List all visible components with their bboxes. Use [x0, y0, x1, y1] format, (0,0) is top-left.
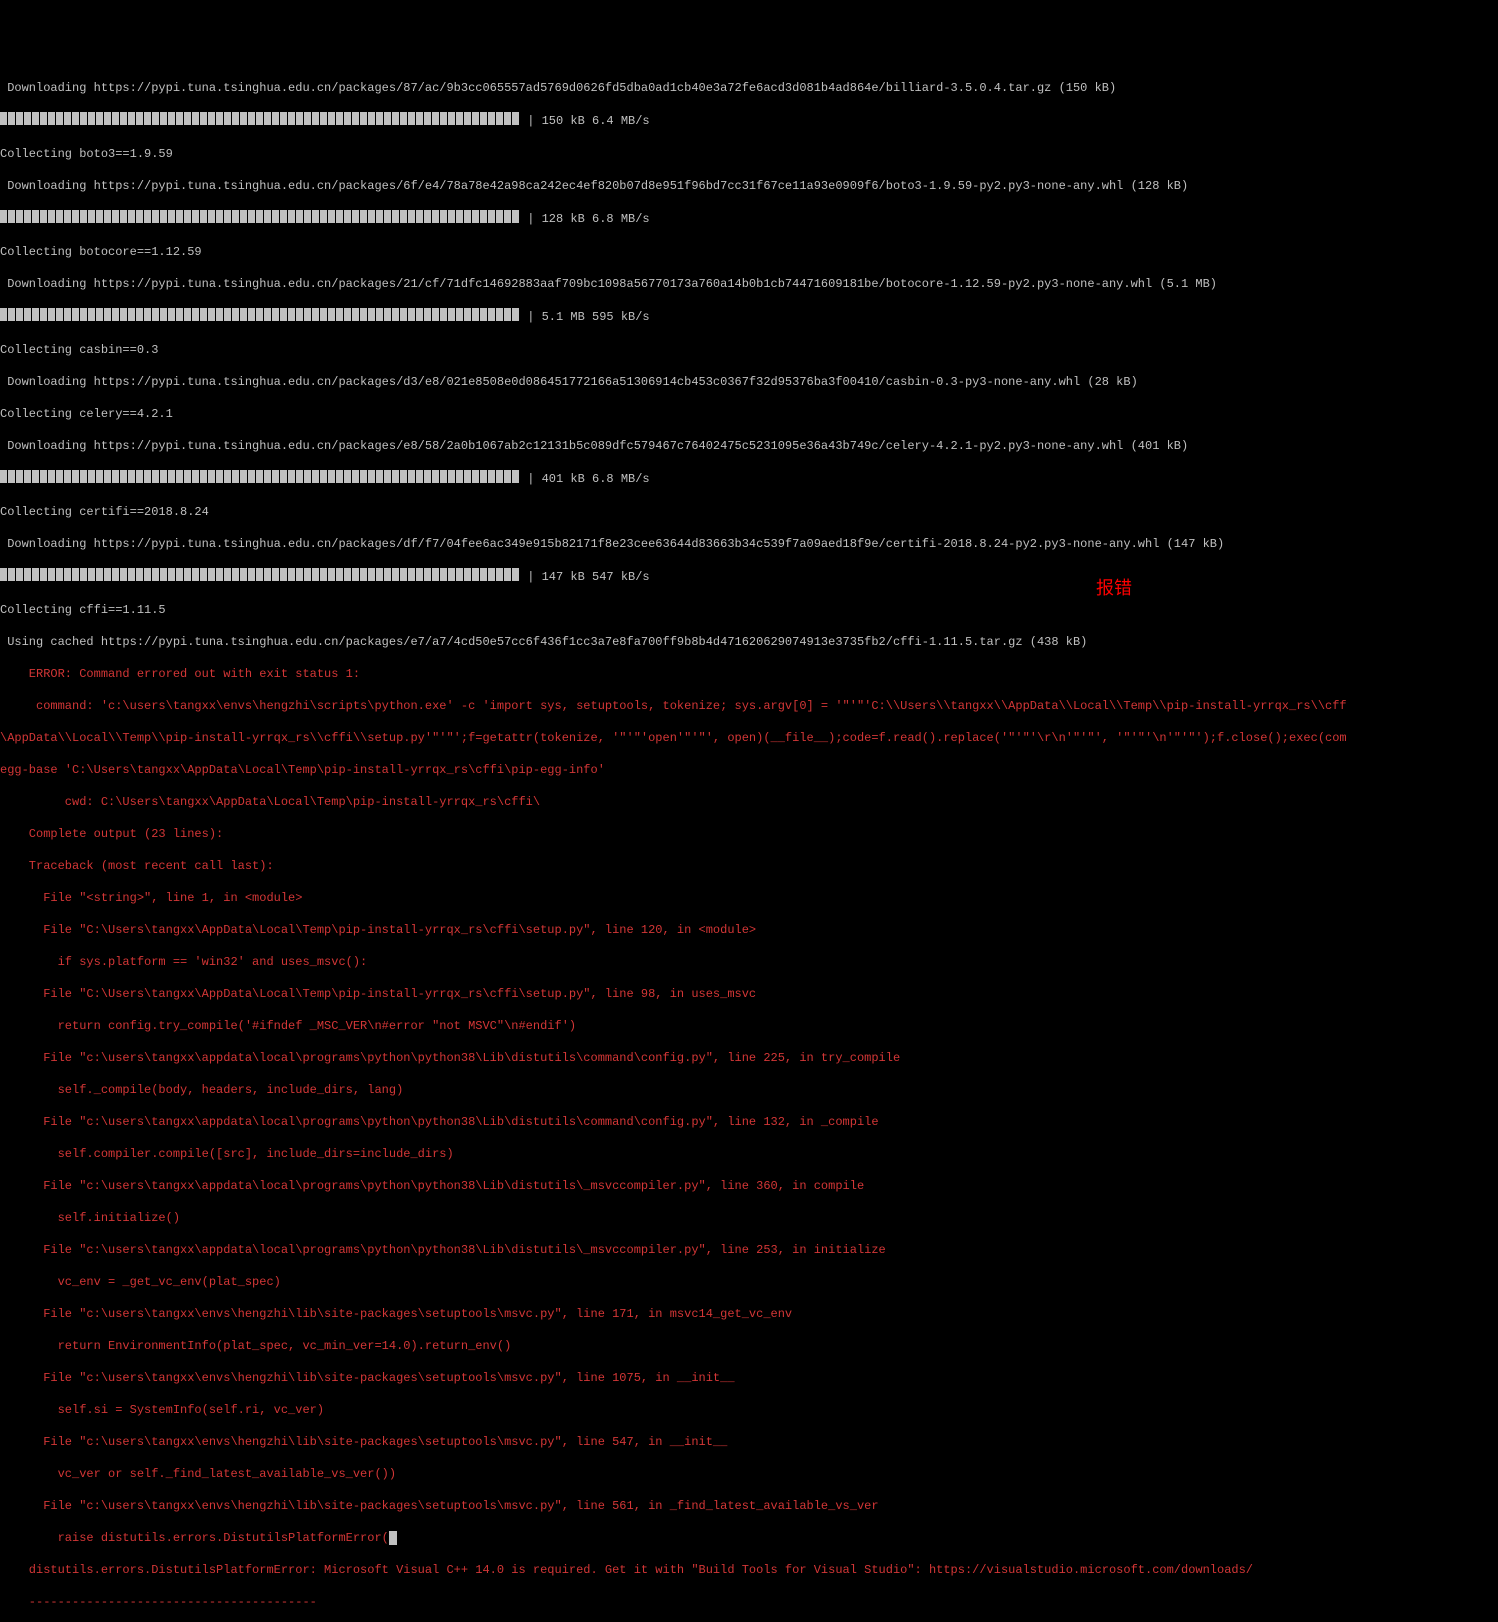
error-annotation-label: 报错 [1096, 580, 1132, 596]
download-line: Downloading https://pypi.tuna.tsinghua.e… [0, 80, 1498, 96]
error-divider: ---------------------------------------- [0, 1594, 1498, 1610]
error-line: File "c:\users\tangxx\appdata\local\prog… [0, 1050, 1498, 1066]
error-line: egg-base 'C:\Users\tangxx\AppData\Local\… [0, 762, 1498, 778]
error-line: Complete output (23 lines): [0, 826, 1498, 842]
error-line: File "c:\users\tangxx\envs\hengzhi\lib\s… [0, 1434, 1498, 1450]
error-line: vc_env = _get_vc_env(plat_spec) [0, 1274, 1498, 1290]
error-line: File "C:\Users\tangxx\AppData\Local\Temp… [0, 922, 1498, 938]
progress-line: | 401 kB 6.8 MB/s [0, 470, 1498, 488]
error-line: File "C:\Users\tangxx\AppData\Local\Temp… [0, 986, 1498, 1002]
error-line: cwd: C:\Users\tangxx\AppData\Local\Temp\… [0, 794, 1498, 810]
download-line: Downloading https://pypi.tuna.tsinghua.e… [0, 276, 1498, 292]
error-line: self.si = SystemInfo(self.ri, vc_ver) [0, 1402, 1498, 1418]
collecting-line: Collecting botocore==1.12.59 [0, 244, 1498, 260]
error-line: File "<string>", line 1, in <module> [0, 890, 1498, 906]
error-line: \AppData\\Local\\Temp\\pip-install-yrrqx… [0, 730, 1498, 746]
download-line: Downloading https://pypi.tuna.tsinghua.e… [0, 178, 1498, 194]
progress-line: | 147 kB 547 kB/s [0, 568, 1498, 586]
progress-bar [0, 112, 520, 130]
error-line: self._compile(body, headers, include_dir… [0, 1082, 1498, 1098]
error-line: return EnvironmentInfo(plat_spec, vc_min… [0, 1338, 1498, 1354]
download-line: Downloading https://pypi.tuna.tsinghua.e… [0, 536, 1498, 552]
download-line: Downloading https://pypi.tuna.tsinghua.e… [0, 438, 1498, 454]
error-line: raise distutils.errors.DistutilsPlatform… [0, 1530, 1498, 1546]
error-line: File "c:\users\tangxx\envs\hengzhi\lib\s… [0, 1370, 1498, 1386]
progress-line: | 150 kB 6.4 MB/s [0, 112, 1498, 130]
error-line: File "c:\users\tangxx\appdata\local\prog… [0, 1114, 1498, 1130]
error-line: command: 'c:\users\tangxx\envs\hengzhi\s… [0, 698, 1498, 714]
error-line: File "c:\users\tangxx\appdata\local\prog… [0, 1178, 1498, 1194]
error-line: File "c:\users\tangxx\appdata\local\prog… [0, 1242, 1498, 1258]
progress-bar [0, 308, 520, 326]
error-line: return config.try_compile('#ifndef _MSC_… [0, 1018, 1498, 1034]
progress-line: | 128 kB 6.8 MB/s [0, 210, 1498, 228]
download-line: Using cached https://pypi.tuna.tsinghua.… [0, 634, 1498, 650]
error-line: vc_ver or self._find_latest_available_vs… [0, 1466, 1498, 1482]
error-line: distutils.errors.DistutilsPlatformError:… [0, 1562, 1498, 1578]
progress-bar [0, 568, 520, 586]
error-line: self.compiler.compile([src], include_dir… [0, 1146, 1498, 1162]
error-line: self.initialize() [0, 1210, 1498, 1226]
terminal-output[interactable]: Downloading https://pypi.tuna.tsinghua.e… [0, 64, 1498, 1622]
collecting-line: Collecting boto3==1.9.59 [0, 146, 1498, 162]
collecting-line: Collecting casbin==0.3 [0, 342, 1498, 358]
download-line: Downloading https://pypi.tuna.tsinghua.e… [0, 374, 1498, 390]
progress-line: | 5.1 MB 595 kB/s [0, 308, 1498, 326]
collecting-line: Collecting cffi==1.11.5 [0, 602, 1498, 618]
progress-bar [0, 210, 520, 228]
collecting-line: Collecting certifi==2018.8.24 [0, 504, 1498, 520]
collecting-line: Collecting celery==4.2.1 [0, 406, 1498, 422]
progress-bar [0, 470, 520, 488]
error-line: if sys.platform == 'win32' and uses_msvc… [0, 954, 1498, 970]
error-line: ERROR: Command errored out with exit sta… [0, 666, 1498, 682]
cursor-icon [389, 1531, 397, 1545]
error-line: File "c:\users\tangxx\envs\hengzhi\lib\s… [0, 1306, 1498, 1322]
error-line: File "c:\users\tangxx\envs\hengzhi\lib\s… [0, 1498, 1498, 1514]
error-line: Traceback (most recent call last): [0, 858, 1498, 874]
